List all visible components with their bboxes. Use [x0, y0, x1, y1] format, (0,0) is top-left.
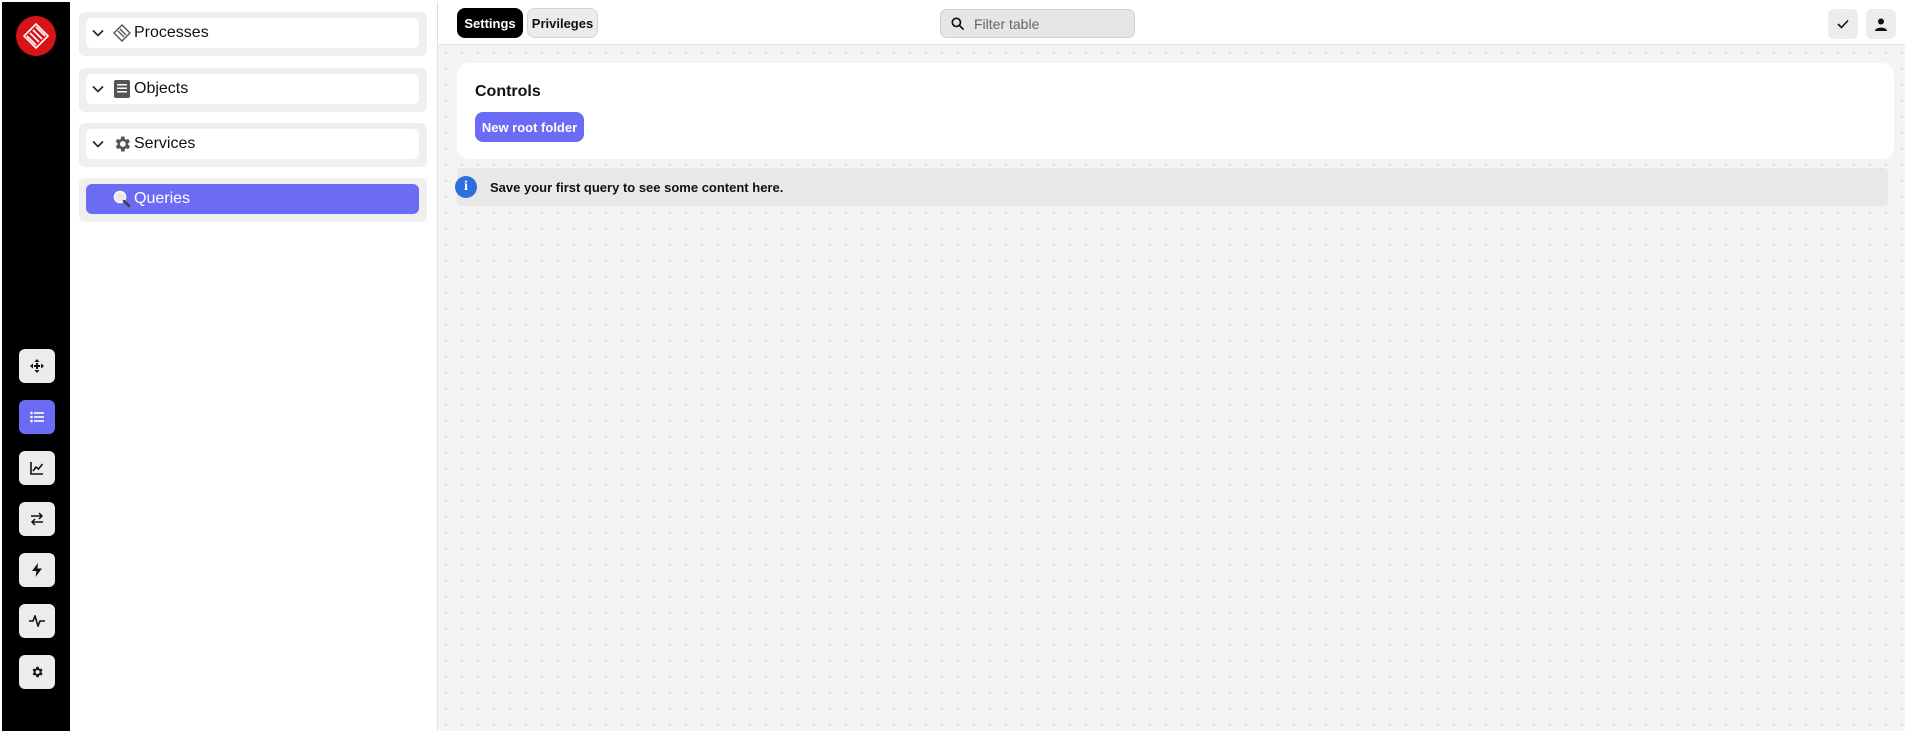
user-icon: [1875, 18, 1887, 31]
nav-group-processes: Processes: [79, 12, 427, 56]
confirm-button[interactable]: [1828, 9, 1858, 39]
app-logo[interactable]: [16, 16, 56, 56]
gear-icon: [115, 136, 130, 152]
swap-arrows-icon: [30, 512, 44, 526]
rail-pulse-button[interactable]: [19, 604, 55, 638]
nav-item-label: Processes: [134, 24, 209, 41]
info-icon: i: [455, 176, 477, 198]
rail-list-button[interactable]: [19, 400, 55, 434]
nav-group-services: Services: [79, 123, 427, 167]
logo-icon: [22, 22, 50, 50]
list-icon: [30, 411, 44, 423]
nav-item-label: Services: [134, 135, 196, 152]
nav-group-queries: Queries: [79, 178, 427, 222]
app-rail: [2, 2, 70, 731]
chevron-down-icon[interactable]: [92, 27, 104, 39]
nav-item-queries[interactable]: Queries: [86, 184, 419, 214]
processes-icon: [113, 24, 131, 42]
rail-swap-button[interactable]: [19, 502, 55, 536]
user-button[interactable]: [1866, 9, 1896, 39]
top-bar: Settings Privileges: [438, 2, 1905, 45]
search-input[interactable]: [972, 14, 1126, 33]
rail-lightning-button[interactable]: [19, 553, 55, 587]
check-icon: [1837, 19, 1849, 29]
tab-settings[interactable]: Settings: [457, 8, 523, 38]
nav-item-services[interactable]: Services: [86, 129, 419, 159]
tab-privileges[interactable]: Privileges: [527, 8, 598, 38]
navigation-panel: Processes Objects Services Queries: [70, 2, 438, 731]
rail-move-button[interactable]: [19, 349, 55, 383]
rail-chart-button[interactable]: [19, 451, 55, 485]
controls-title: Controls: [475, 83, 541, 100]
lightning-icon: [32, 563, 42, 577]
chevron-down-icon[interactable]: [92, 83, 104, 95]
search-box: [940, 9, 1135, 38]
main-content: Controls New root folder i Save your fir…: [438, 45, 1905, 731]
chevron-down-icon[interactable]: [92, 138, 104, 150]
nav-item-label: Queries: [134, 190, 191, 207]
info-banner: i Save your first query to see some cont…: [455, 168, 1888, 206]
nav-item-processes[interactable]: Processes: [86, 18, 419, 48]
info-message: Save your first query to see some conten…: [490, 179, 784, 195]
move-icon: [30, 359, 44, 373]
magnifier-icon: [113, 190, 131, 208]
nav-item-objects[interactable]: Objects: [86, 74, 419, 104]
pulse-icon: [29, 615, 45, 627]
new-root-folder-button[interactable]: New root folder: [475, 112, 584, 142]
nav-group-objects: Objects: [79, 68, 427, 112]
nav-item-label: Objects: [134, 80, 189, 97]
rail-settings-button[interactable]: [19, 655, 55, 689]
gear-icon: [32, 666, 43, 678]
search-icon: [951, 17, 964, 30]
controls-card: Controls New root folder: [457, 63, 1894, 159]
document-icon: [114, 80, 130, 98]
chart-line-icon: [30, 462, 44, 475]
